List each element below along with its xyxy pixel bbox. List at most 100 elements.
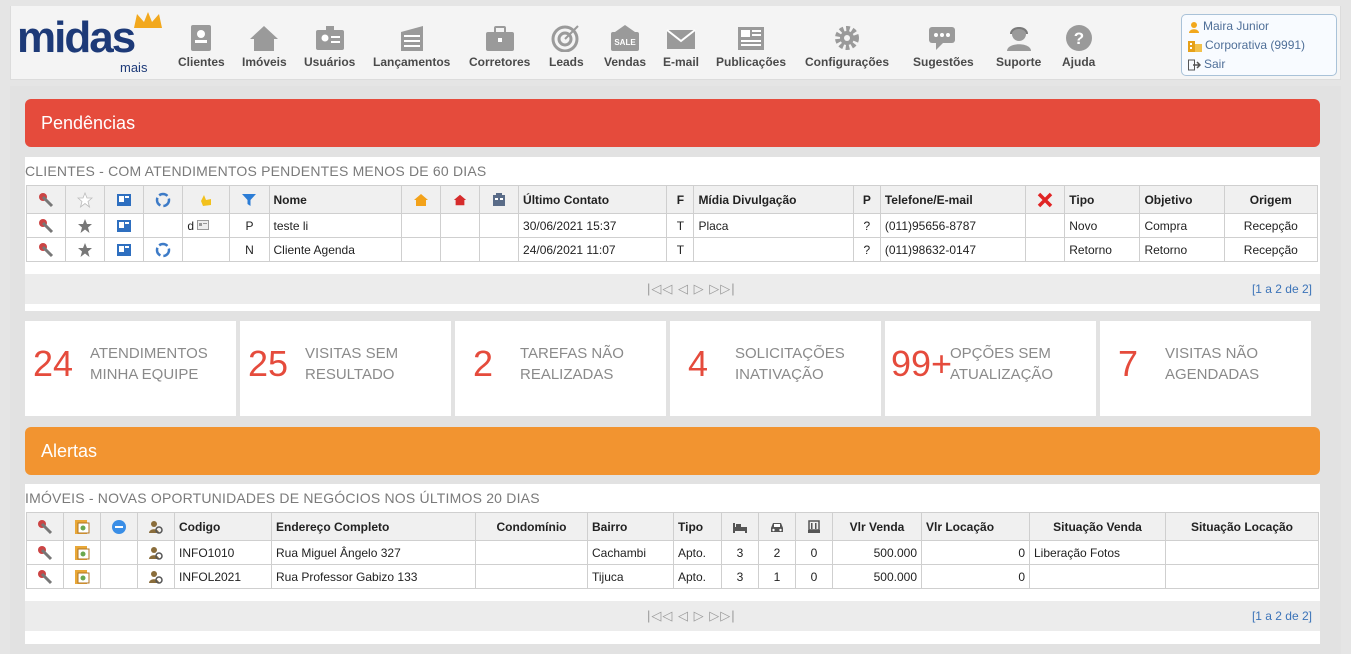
favorite-cell[interactable] (65, 213, 106, 238)
col-bedrooms[interactable] (721, 512, 759, 541)
table-row[interactable]: INFOL2021 Rua Professor Gabizo 133 Tijuc… (26, 564, 1319, 589)
col-codigo[interactable]: Codigo (174, 512, 272, 541)
table-row[interactable]: N Cliente Agenda 24/06/2021 11:07 T ? (0… (25, 237, 1319, 262)
pager-controls[interactable]: |◁◁ ◁ ▷ ▷▷| (647, 608, 736, 624)
pencil-icon (38, 545, 53, 560)
tipo-cell: Apto. (673, 540, 722, 565)
user-name-row[interactable]: Maira Junior (1188, 17, 1330, 36)
photos-cell[interactable] (63, 564, 101, 589)
nav-corretores[interactable]: Corretores (469, 24, 530, 69)
col-nome[interactable]: Nome (268, 185, 402, 214)
support-icon (1006, 27, 1031, 51)
col-condominio[interactable]: Condomínio (475, 512, 588, 541)
codigo-cell[interactable]: INFO1010 (174, 540, 272, 565)
garage-cell: 2 (758, 540, 796, 565)
stat-card-opcoes[interactable]: 99+ OPÇÕES SEM ATUALIZAÇÃO (885, 321, 1096, 416)
col-tipo[interactable]: Tipo (1064, 185, 1141, 214)
col-bathrooms[interactable] (795, 512, 833, 541)
alertas-table: Codigo Endereço Completo Condomínio Bair… (26, 512, 1319, 589)
nav-suporte[interactable]: Suporte (996, 24, 1041, 69)
col-search-person[interactable] (137, 512, 175, 541)
nav-configuracoes[interactable]: Configurações (805, 24, 889, 69)
stat-number: 99+ (891, 343, 953, 384)
nav-email[interactable]: E-mail (663, 24, 699, 69)
edit-cell[interactable] (26, 540, 64, 565)
midas-logo[interactable]: midas mais (17, 10, 167, 80)
contact-cell[interactable] (104, 213, 145, 238)
delete-x-icon (1037, 192, 1053, 207)
col-midia[interactable]: Mídia Divulgação (693, 185, 854, 214)
col-p[interactable]: P (852, 185, 881, 214)
nav-clientes[interactable]: Clientes (178, 24, 225, 69)
user-company-row[interactable]: Corporativa (9991) (1188, 36, 1330, 55)
favorite-cell[interactable] (65, 237, 106, 262)
col-endereco[interactable]: Endereço Completo (271, 512, 476, 541)
col-filter[interactable] (229, 185, 270, 214)
bedrooms-cell: 3 (721, 540, 759, 565)
nav-lancamentos[interactable]: Lançamentos (373, 24, 450, 69)
logout-link[interactable]: Sair (1188, 55, 1330, 74)
pendencias-panel: CLIENTES - COM ATENDIMENTOS PENDENTES ME… (25, 157, 1320, 311)
nome-cell[interactable]: teste li (268, 213, 402, 238)
pencil-icon (39, 218, 54, 233)
stat-card-solicitacoes[interactable]: 4 SOLICITAÇÕES INATIVAÇÃO (670, 321, 881, 416)
col-f[interactable]: F (666, 185, 695, 214)
origem-cell: Recepção (1223, 237, 1319, 262)
stat-card-visitas-sem-resultado[interactable]: 25 VISITAS SEM RESULTADO (240, 321, 451, 416)
nav-label: Usuários (304, 55, 356, 69)
col-refresh[interactable] (143, 185, 184, 214)
col-vlr-venda[interactable]: Vlr Venda (832, 512, 922, 541)
col-edit[interactable] (25, 185, 67, 214)
stat-card-tarefas[interactable]: 2 TAREFAS NÃO REALIZADAS (455, 321, 666, 416)
pendencias-table: Nome Último Contato F Mídia Divulgação P… (25, 185, 1319, 262)
refresh-cell[interactable] (143, 237, 184, 262)
col-hand[interactable] (182, 185, 231, 214)
top-navigation-bar: midas mais Clientes Imóveis Usuários Lan… (10, 6, 1341, 80)
col-home-red[interactable] (439, 185, 480, 214)
col-phone[interactable] (478, 185, 520, 214)
col-telefone[interactable]: Telefone/E-mail (879, 185, 1027, 214)
nav-publicacoes[interactable]: Publicações (716, 24, 786, 69)
pager-controls[interactable]: |◁◁ ◁ ▷ ▷▷| (647, 281, 736, 297)
col-photos[interactable] (63, 512, 101, 541)
nav-vendas[interactable]: SALE Vendas (604, 24, 646, 69)
nav-usuarios[interactable]: Usuários (304, 24, 355, 69)
table-row[interactable]: INFO1010 Rua Miguel Ângelo 327 Cachambi … (26, 540, 1319, 565)
col-situacao-venda[interactable]: Situação Venda (1029, 512, 1166, 541)
stat-card-visitas-nao-agendadas[interactable]: 7 VISITAS NÃO AGENDADAS (1100, 321, 1311, 416)
col-favorite[interactable] (65, 185, 106, 214)
col-contact[interactable] (104, 185, 145, 214)
nav-ajuda[interactable]: ? Ajuda (1062, 24, 1095, 69)
col-situacao-locacao[interactable]: Situação Locação (1165, 512, 1319, 541)
edit-cell[interactable] (25, 237, 67, 262)
col-origem[interactable]: Origem (1223, 185, 1319, 214)
codigo-cell[interactable]: INFOL2021 (174, 564, 272, 589)
flag-cell[interactable]: d (182, 213, 231, 238)
nav-label: Lançamentos (373, 55, 451, 69)
col-objetivo[interactable]: Objetivo (1139, 185, 1225, 214)
nav-sugestoes[interactable]: Sugestões (913, 24, 974, 69)
col-home[interactable] (400, 185, 441, 214)
nav-label: E-mail (663, 55, 700, 69)
col-ultimo-contato[interactable]: Último Contato (518, 185, 668, 214)
search-person-cell[interactable] (137, 540, 175, 565)
stat-card-atendimentos[interactable]: 24 ATENDIMENTOS MINHA EQUIPE (25, 321, 236, 416)
empty-cell (478, 237, 520, 262)
col-edit[interactable] (26, 512, 64, 541)
col-bairro[interactable]: Bairro (587, 512, 674, 541)
edit-cell[interactable] (26, 564, 64, 589)
nav-imoveis[interactable]: Imóveis (242, 24, 287, 69)
nav-leads[interactable]: Leads (549, 24, 584, 69)
nome-cell[interactable]: Cliente Agenda (268, 237, 402, 262)
col-delete[interactable] (1025, 185, 1066, 214)
col-garage[interactable] (758, 512, 796, 541)
col-vlr-locacao[interactable]: Vlr Locação (921, 512, 1030, 541)
table-row[interactable]: d P teste li 30/06/2021 15:37 T Placa ? … (25, 213, 1319, 238)
search-person-cell[interactable] (137, 564, 175, 589)
edit-cell[interactable] (25, 213, 67, 238)
contact-cell[interactable] (104, 237, 145, 262)
photos-cell[interactable] (63, 540, 101, 565)
col-status[interactable] (100, 512, 138, 541)
col-tipo[interactable]: Tipo (673, 512, 722, 541)
midia-cell (693, 237, 854, 262)
